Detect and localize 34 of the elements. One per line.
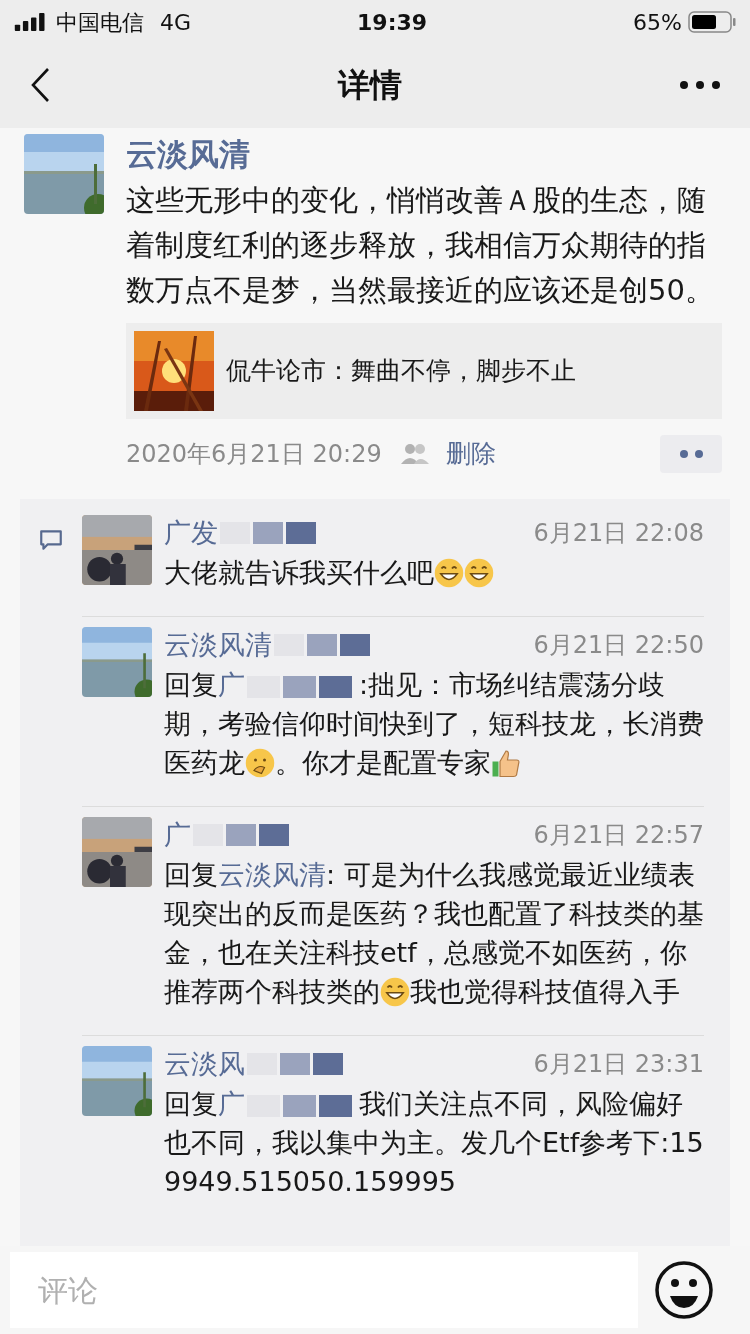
comment-time: 6月21日 22:57 bbox=[533, 820, 704, 851]
signal-icon bbox=[14, 13, 48, 31]
comment-text: 回复广 我们关注点不同，风险偏好也不同，我以集中为主。发几个Etf参考下:159949.515050.159995 bbox=[164, 1087, 704, 1199]
network-type: 4G bbox=[160, 8, 192, 37]
battery-icon bbox=[688, 11, 736, 33]
comment-author[interactable]: 广发 bbox=[164, 515, 218, 551]
thinking-face-icon bbox=[245, 748, 275, 778]
status-time: 19:39 bbox=[357, 8, 428, 37]
comment-author[interactable]: 云淡风清 bbox=[164, 627, 272, 663]
post-time: 2020年6月21日 20:29 bbox=[126, 439, 382, 470]
comment-time: 6月21日 23:31 bbox=[533, 1049, 704, 1080]
comment-author[interactable]: 云淡风 bbox=[164, 1046, 245, 1082]
grinning-face-icon bbox=[464, 558, 494, 588]
post-author[interactable]: 云淡风清 bbox=[126, 134, 722, 174]
comment-time: 6月21日 22:50 bbox=[533, 630, 704, 661]
comment-text: 回复云淡风清: 可是为什么我感觉最近业绩表现突出的反而是医药？我也配置了科技类的基金，也在关注科技etf，总感觉不如医药，你推荐两个科技类的 我也觉得科技值得入手 bbox=[164, 858, 704, 1009]
comment-icon bbox=[38, 527, 64, 553]
carrier-name: 中国电信 bbox=[56, 8, 144, 37]
comment-text: 大佬就告诉我买什么吧 bbox=[164, 553, 704, 592]
link-card[interactable]: 侃牛论市：舞曲不停，脚步不止 bbox=[126, 323, 722, 419]
thumbs-up-icon bbox=[491, 748, 521, 778]
emoji-icon[interactable] bbox=[654, 1260, 714, 1320]
more-actions-button[interactable] bbox=[660, 435, 722, 473]
people-icon bbox=[399, 443, 430, 465]
delete-link[interactable]: 删除 bbox=[445, 435, 496, 473]
comment-field[interactable]: 评论 bbox=[10, 1252, 638, 1328]
page-title: 详情 bbox=[338, 65, 402, 106]
post-text: 这些无形中的变化，悄悄改善Ａ股的生态，随着制度红利的逐步释放，我相信万众期待的指数万点不是梦，当然最接近的应该还是创50。 bbox=[126, 182, 715, 309]
battery-percent: 65% bbox=[633, 8, 682, 37]
comment-text: 回复广 :拙见：市场纠结震荡分歧期，考验信仰时间快到了，短科技龙，长消费医药龙 。你才是配置专家 bbox=[164, 668, 704, 780]
comment-author[interactable]: 广 bbox=[164, 817, 191, 853]
grinning-face-icon bbox=[434, 558, 464, 588]
comment-time: 6月21日 22:08 bbox=[533, 518, 704, 549]
grinning-face-icon bbox=[380, 977, 410, 1007]
